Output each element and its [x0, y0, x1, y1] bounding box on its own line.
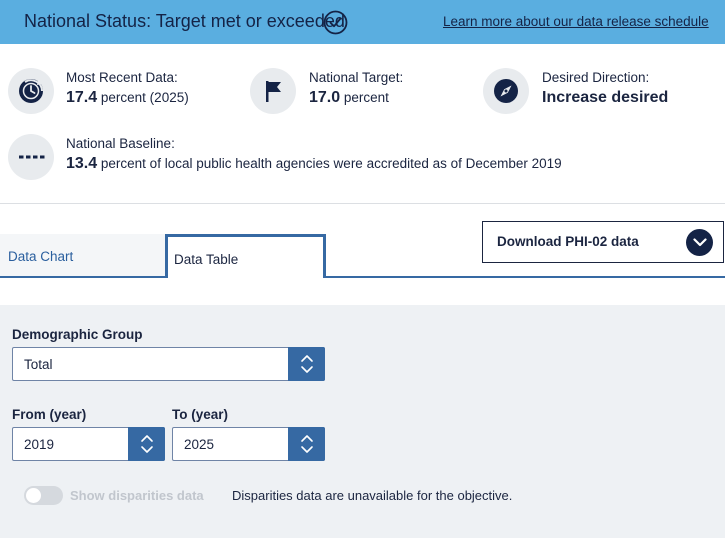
demographic-group-label: Demographic Group: [12, 327, 143, 342]
flag-icon: [250, 68, 296, 114]
check-circle-icon: [323, 10, 348, 35]
disparities-unavailable-note: Disparities data are unavailable for the…: [232, 488, 513, 503]
show-disparities-toggle[interactable]: [24, 486, 63, 505]
up-down-arrows-icon: [288, 427, 325, 461]
tab-data-table[interactable]: Data Table: [165, 234, 326, 278]
demographic-group-select[interactable]: Total: [12, 347, 325, 381]
show-disparities-label: Show disparities data: [70, 488, 204, 503]
national-baseline-value: 13.4 percent of local public health agen…: [66, 155, 562, 172]
most-recent-data-label: Most Recent Data:: [66, 70, 178, 85]
most-recent-data-value: 17.4 percent (2025): [66, 89, 189, 106]
to-year-label: To (year): [172, 407, 229, 422]
to-year-value: 2025: [184, 437, 215, 452]
chevron-down-icon: [686, 229, 713, 256]
desired-direction-label: Desired Direction:: [542, 70, 650, 85]
from-year-label: From (year): [12, 407, 87, 422]
desired-direction-value: Increase desired: [542, 89, 669, 106]
download-data-label: Download PHI-02 data: [497, 234, 639, 249]
tab-data-chart[interactable]: Data Chart: [0, 234, 165, 277]
toggle-knob: [26, 488, 41, 503]
tab-underline: [0, 276, 725, 278]
national-baseline-label: National Baseline:: [66, 136, 175, 151]
national-status-bar: National Status: Target met or exceeded …: [0, 0, 725, 44]
compass-icon: [483, 68, 529, 114]
dashed-line-icon: [8, 134, 54, 180]
demographic-group-value: Total: [24, 357, 53, 372]
clock-refresh-icon: [8, 68, 54, 114]
national-target-value: 17.0 percent: [309, 89, 389, 106]
from-year-select[interactable]: 2019: [12, 427, 165, 461]
data-release-schedule-link[interactable]: Learn more about our data release schedu…: [443, 14, 709, 29]
up-down-arrows-icon: [288, 347, 325, 381]
to-year-select[interactable]: 2025: [172, 427, 325, 461]
national-status-text: National Status: Target met or exceeded: [24, 11, 345, 31]
up-down-arrows-icon: [128, 427, 165, 461]
national-target-label: National Target:: [309, 70, 404, 85]
from-year-value: 2019: [24, 437, 55, 452]
download-data-button[interactable]: Download PHI-02 data: [482, 221, 724, 263]
section-divider: [0, 203, 725, 204]
